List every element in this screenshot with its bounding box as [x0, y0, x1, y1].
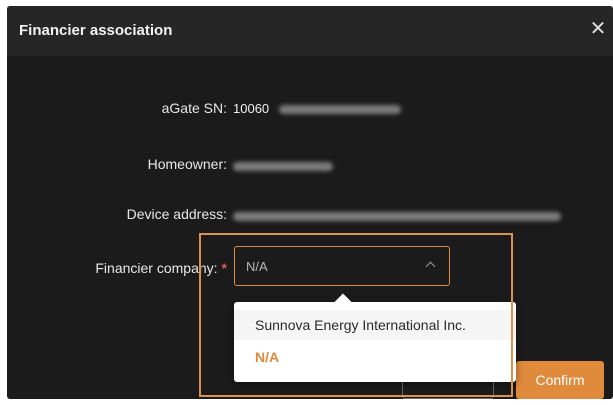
financier-label: Financier company: * [7, 260, 227, 276]
homeowner-label: Homeowner: [147, 156, 227, 172]
financier-row: Financier company: * [7, 260, 227, 280]
financier-select-value: N/A [246, 259, 268, 274]
required-mark: * [221, 260, 227, 276]
chevron-up-icon[interactable] [425, 261, 436, 272]
address-label: Device address: [126, 206, 227, 222]
redacted-sn [278, 105, 401, 115]
sn-label: aGate SN: [161, 100, 227, 116]
sn-value-text: 10060 [233, 101, 270, 116]
confirm-button[interactable]: Confirm [516, 361, 604, 399]
financier-label-text: Financier company: [95, 260, 218, 276]
dialog-title: Financier association [19, 22, 173, 39]
homeowner-row: Homeowner: [7, 156, 227, 176]
option-na[interactable]: N/A [234, 342, 516, 372]
redacted-address [233, 212, 561, 222]
close-icon[interactable]: ✕ [587, 18, 609, 40]
address-row: Device address: [7, 206, 227, 226]
sn-row: aGate SN: [7, 100, 227, 120]
address-value [233, 208, 561, 223]
financier-company-select[interactable]: N/A [234, 246, 450, 286]
financier-association-dialog: Financier association ✕ aGate SN: 10060 … [7, 6, 613, 399]
redacted-homeowner [233, 162, 333, 172]
dialog-header: Financier association ✕ [7, 6, 613, 57]
sn-value: 10060 [233, 101, 401, 116]
option-sunnova[interactable]: Sunnova Energy International Inc. [234, 310, 516, 340]
dropdown-arrow [334, 293, 352, 311]
financier-dropdown-menu: Sunnova Energy International Inc. N/A [234, 293, 516, 382]
homeowner-value [233, 158, 333, 173]
